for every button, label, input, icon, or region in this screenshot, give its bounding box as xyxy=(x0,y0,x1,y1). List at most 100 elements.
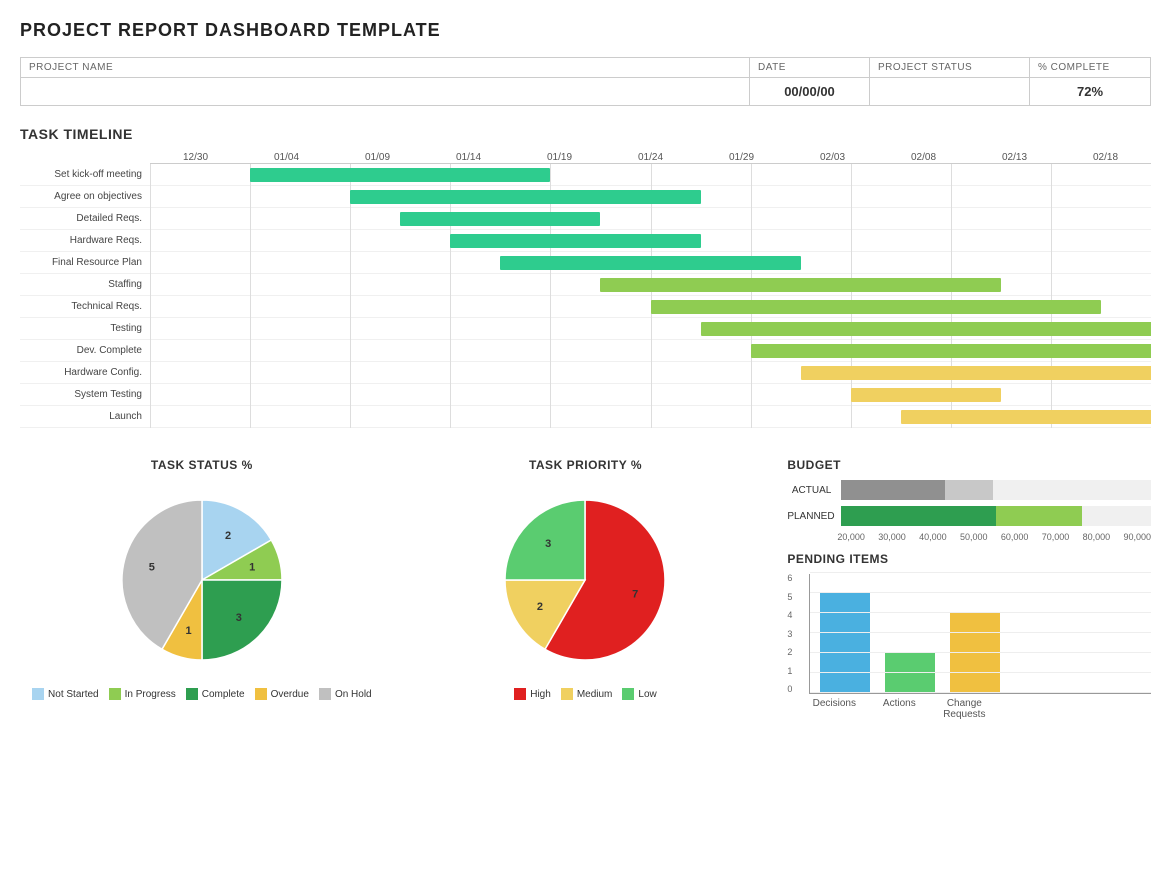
legend-color xyxy=(514,688,526,700)
complete-label: % COMPLETE xyxy=(1030,58,1150,77)
pie-label: 3 xyxy=(546,538,552,550)
legend-color xyxy=(561,688,573,700)
gantt-track xyxy=(150,186,1151,207)
gantt-date-label: 01/19 xyxy=(514,152,605,163)
gantt-date-label: 02/03 xyxy=(787,152,878,163)
project-info: PROJECT NAME DATE PROJECT STATUS % COMPL… xyxy=(20,57,1151,106)
task-priority-title: TASK PRIORITY % xyxy=(529,458,642,472)
gantt-bar xyxy=(801,366,1151,380)
legend-item: High xyxy=(514,688,551,700)
budget-bar-fill-2 xyxy=(945,480,993,500)
gantt-row-label: Staffing xyxy=(20,279,150,290)
budget-title: BUDGET xyxy=(787,458,1151,472)
complete-value: 72% xyxy=(1030,78,1150,105)
pending-x-labels: DecisionsActionsChange Requests xyxy=(809,698,1151,720)
gantt-bar xyxy=(651,300,1101,314)
gantt-track xyxy=(150,208,1151,229)
gantt-row: System Testing xyxy=(20,384,1151,406)
budget-bar-container xyxy=(841,480,1151,500)
pie-label: 3 xyxy=(236,612,242,624)
pending-chart-area: 6543210 DecisionsActionsChange Requests xyxy=(787,574,1151,720)
project-name-label: PROJECT NAME xyxy=(21,58,750,77)
gantt-row-label: Detailed Reqs. xyxy=(20,213,150,224)
pending-h-grid xyxy=(810,692,1151,693)
right-column: BUDGET ACTUALPLANNED20,00030,00040,00050… xyxy=(787,458,1151,720)
gantt-bar xyxy=(350,190,700,204)
pending-x-label: Decisions xyxy=(809,698,859,720)
gantt-row: Dev. Complete xyxy=(20,340,1151,362)
pending-y-label: 5 xyxy=(787,593,792,602)
pending-y-label: 3 xyxy=(787,630,792,639)
pending-h-grid xyxy=(810,672,1151,673)
gantt-track xyxy=(150,340,1151,361)
legend-label: High xyxy=(530,689,551,700)
gantt-row-label: Agree on objectives xyxy=(20,191,150,202)
legend-label: Complete xyxy=(202,689,245,700)
gantt-bar xyxy=(701,322,1151,336)
gantt-track xyxy=(150,230,1151,251)
gantt-bar xyxy=(400,212,600,226)
gantt-row: Launch xyxy=(20,406,1151,428)
pending-h-grid xyxy=(810,612,1151,613)
gantt-bar xyxy=(751,344,1151,358)
gantt-row: Testing xyxy=(20,318,1151,340)
gantt-date-label: 12/30 xyxy=(150,152,241,163)
budget-axis-label: 20,000 xyxy=(837,532,865,542)
gantt-track xyxy=(150,252,1151,273)
budget-axis: 20,00030,00040,00050,00060,00070,00080,0… xyxy=(837,532,1151,542)
budget-bar-container xyxy=(841,506,1151,526)
pie-label: 1 xyxy=(185,625,191,637)
gantt-date-label: 02/08 xyxy=(878,152,969,163)
project-name-value[interactable] xyxy=(21,78,750,105)
legend-item: Not Started xyxy=(32,688,99,700)
budget-bar-fill-1 xyxy=(841,506,996,526)
pending-y-axis: 6543210 xyxy=(787,574,792,694)
pie-label: 7 xyxy=(633,588,639,600)
gantt-row-label: Hardware Reqs. xyxy=(20,235,150,246)
gantt-row: Detailed Reqs. xyxy=(20,208,1151,230)
budget-axis-label: 30,000 xyxy=(878,532,906,542)
gantt-date-label: 01/24 xyxy=(605,152,696,163)
gantt-row-label: System Testing xyxy=(20,389,150,400)
legend-color xyxy=(186,688,198,700)
budget-row: ACTUAL xyxy=(787,480,1151,500)
bottom-section: TASK STATUS % 21315 Not StartedIn Progre… xyxy=(20,458,1151,720)
pie-label: 1 xyxy=(249,562,255,574)
date-value[interactable]: 00/00/00 xyxy=(750,78,870,105)
gantt-row: Final Resource Plan xyxy=(20,252,1151,274)
pending-bar xyxy=(950,613,1000,693)
budget-axis-label: 50,000 xyxy=(960,532,988,542)
task-priority-legend: HighMediumLow xyxy=(514,688,657,700)
gantt-bar xyxy=(250,168,550,182)
pending-y-label: 0 xyxy=(787,685,792,694)
gantt-track xyxy=(150,296,1151,317)
status-label: PROJECT STATUS xyxy=(870,58,1030,77)
task-status-title: TASK STATUS % xyxy=(151,458,253,472)
pending-h-grid xyxy=(810,572,1151,573)
gantt-row-label: Final Resource Plan xyxy=(20,257,150,268)
gantt-date-label: 02/13 xyxy=(969,152,1060,163)
task-status-pie: 21315 xyxy=(102,480,302,680)
status-value[interactable] xyxy=(870,78,1030,105)
gantt-bar xyxy=(500,256,800,270)
legend-item: Medium xyxy=(561,688,613,700)
budget-bar-fill-2 xyxy=(996,506,1082,526)
budget-axis-label: 80,000 xyxy=(1083,532,1111,542)
budget-axis-label: 70,000 xyxy=(1042,532,1070,542)
gantt-track xyxy=(150,318,1151,339)
legend-label: Overdue xyxy=(271,689,309,700)
pie-segment xyxy=(202,580,282,660)
gantt-row: Technical Reqs. xyxy=(20,296,1151,318)
gantt-container: 12/3001/0401/0901/1401/1901/2401/2902/03… xyxy=(20,152,1151,428)
budget-axis-label: 90,000 xyxy=(1123,532,1151,542)
budget-row: PLANNED xyxy=(787,506,1151,526)
pending-title: PENDING ITEMS xyxy=(787,552,1151,566)
budget-axis-label: 40,000 xyxy=(919,532,947,542)
legend-item: On Hold xyxy=(319,688,372,700)
gantt-row: Staffing xyxy=(20,274,1151,296)
pie-label: 2 xyxy=(537,601,543,613)
gantt-section: TASK TIMELINE 12/3001/0401/0901/1401/190… xyxy=(20,126,1151,428)
gantt-date-label: 01/04 xyxy=(241,152,332,163)
task-priority-card: TASK PRIORITY % 723 HighMediumLow xyxy=(404,458,768,720)
legend-color xyxy=(319,688,331,700)
